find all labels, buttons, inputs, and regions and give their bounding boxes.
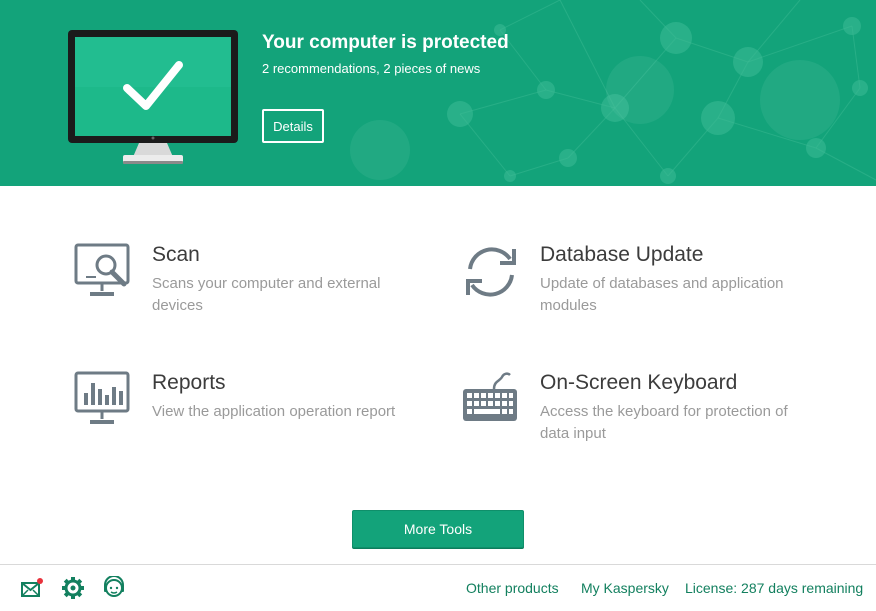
tool-on-screen-keyboard[interactable]: On-Screen Keyboard Access the keyboard f… xyxy=(462,371,822,451)
mail-icon[interactable] xyxy=(20,576,44,600)
tool-description: Scans your computer and external devices xyxy=(152,275,381,314)
license-link[interactable]: License: 287 days remaining xyxy=(685,580,863,596)
protected-monitor-icon xyxy=(68,30,238,164)
tool-description: Access the keyboard for protection of da… xyxy=(540,403,788,442)
details-button[interactable]: Details xyxy=(262,109,324,143)
status-title: Your computer is protected xyxy=(262,32,509,53)
tool-title: On-Screen Keyboard xyxy=(540,371,738,394)
tool-title: Database Update xyxy=(540,243,704,266)
more-tools-button[interactable]: More Tools xyxy=(352,510,524,548)
status-subtitle: 2 recommendations, 2 pieces of news xyxy=(262,61,481,76)
keyboard-icon xyxy=(463,372,517,421)
my-kaspersky-link[interactable]: My Kaspersky xyxy=(581,580,669,596)
other-products-link[interactable]: Other products xyxy=(466,580,559,596)
tool-description: View the application operation report xyxy=(152,403,396,420)
reports-monitor-icon xyxy=(74,371,130,424)
tool-reports[interactable]: Reports View the application operation r… xyxy=(74,371,414,451)
tool-description: Update of databases and application modu… xyxy=(540,275,784,314)
tool-title: Scan xyxy=(152,243,200,266)
support-icon[interactable] xyxy=(102,576,126,600)
tool-title: Reports xyxy=(152,371,226,394)
refresh-icon xyxy=(466,247,516,297)
status-header: Your computer is protected 2 recommendat… xyxy=(0,0,876,186)
scan-monitor-icon xyxy=(74,243,130,296)
gear-icon[interactable] xyxy=(61,576,85,600)
tool-scan[interactable]: Scan Scans your computer and external de… xyxy=(74,243,414,323)
tool-database-update[interactable]: Database Update Update of databases and … xyxy=(462,243,822,323)
footer-divider xyxy=(0,564,876,565)
